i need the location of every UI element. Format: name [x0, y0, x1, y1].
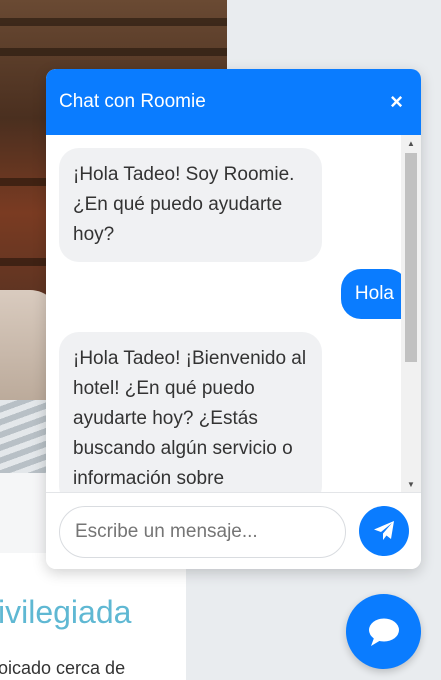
- user-message: Hola: [340, 269, 408, 319]
- scrollbar[interactable]: ▲ ▼: [401, 135, 421, 492]
- message-composer: [46, 492, 421, 569]
- chat-title: Chat con Roomie: [59, 91, 206, 112]
- chat-bubble-icon: [368, 618, 399, 646]
- chat-header: Chat con Roomie ×: [46, 69, 421, 135]
- chat-launcher-button[interactable]: [346, 594, 421, 669]
- scroll-down-arrow-icon[interactable]: ▼: [401, 476, 421, 492]
- message-list[interactable]: ¡Hola Tadeo! Soy Roomie. ¿En qué puedo a…: [46, 135, 421, 492]
- bot-message: ¡Hola Tadeo! ¡Bienvenido al hotel! ¿En q…: [59, 332, 322, 492]
- bot-message: ¡Hola Tadeo! Soy Roomie. ¿En qué puedo a…: [59, 148, 322, 262]
- scroll-up-arrow-icon[interactable]: ▲: [401, 135, 421, 151]
- scroll-thumb[interactable]: [405, 153, 417, 362]
- section-heading: ivilegiada: [0, 594, 132, 630]
- chat-window: Chat con Roomie × ¡Hola Tadeo! Soy Roomi…: [46, 69, 421, 569]
- paper-plane-icon: [374, 521, 394, 540]
- message-input[interactable]: [59, 506, 346, 558]
- send-button[interactable]: [359, 506, 409, 556]
- close-button[interactable]: ×: [390, 91, 403, 113]
- section-paragraph: oicado cerca de: [0, 658, 126, 678]
